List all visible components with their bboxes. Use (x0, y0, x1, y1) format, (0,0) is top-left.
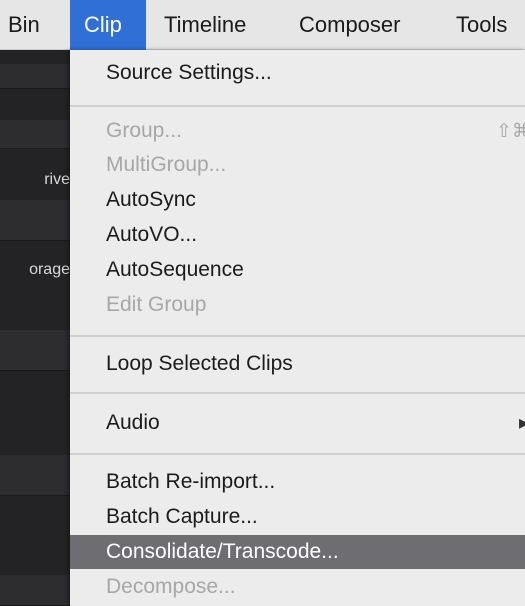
menu-item-batch-reimport[interactable]: Batch Re-import... (70, 465, 525, 499)
menu-clip[interactable]: Clip (70, 0, 146, 50)
menu-item-multigroup: MultiGroup... (70, 148, 525, 182)
bg-panel-row (0, 64, 70, 89)
menu-item-autovo[interactable]: AutoVO... (70, 218, 525, 252)
menu-item-decompose: Decompose... (70, 570, 525, 604)
menu-item-label: Group... (106, 119, 182, 142)
bg-panel-label-storage[interactable]: orage (0, 261, 70, 279)
menu-bin[interactable]: Bin (8, 0, 40, 50)
menu-composer[interactable]: Composer (299, 0, 400, 50)
bg-panel-row (0, 455, 70, 496)
bg-panel-row (0, 330, 70, 371)
menu-item-label: AutoVO... (106, 223, 198, 246)
menu-item-label: Batch Re-import... (106, 470, 276, 493)
menu-item-audio[interactable]: Audio ▸ (70, 406, 525, 440)
menu-item-autosync[interactable]: AutoSync (70, 183, 525, 217)
menu-bar: Bin Clip Timeline Composer Tools (0, 0, 525, 50)
bg-panel-row (0, 120, 70, 149)
menu-item-consolidate-transcode[interactable]: Consolidate/Transcode... (70, 535, 525, 569)
menu-item-label: MultiGroup... (106, 153, 227, 176)
menu-tools[interactable]: Tools (456, 0, 507, 50)
menu-item-label: Consolidate/Transcode... (106, 540, 339, 563)
menu-item-label: Source Settings... (106, 61, 272, 84)
menu-timeline[interactable]: Timeline (164, 0, 246, 50)
submenu-arrow-icon: ▸ (518, 412, 525, 434)
shortcut-label: ⇧⌘ (496, 120, 525, 142)
menu-item-label: Decompose... (106, 575, 236, 598)
menu-item-batch-capture[interactable]: Batch Capture... (70, 500, 525, 534)
menu-item-label: Batch Capture... (106, 505, 258, 528)
menu-item-edit-group: Edit Group (70, 288, 525, 322)
bg-panel-row (0, 200, 70, 241)
menu-item-loop-selected-clips[interactable]: Loop Selected Clips (70, 347, 525, 381)
menu-separator (70, 392, 525, 394)
menu-item-label: AutoSequence (106, 258, 244, 281)
menu-item-label: Edit Group (106, 293, 207, 316)
bg-panel-label-drive[interactable]: rive (0, 171, 70, 189)
menu-item-autosequence[interactable]: AutoSequence (70, 253, 525, 287)
menu-separator (70, 105, 525, 107)
bg-panel-row (0, 575, 70, 606)
background-app-panel: rive orage (0, 50, 70, 606)
menu-item-label: AutoSync (106, 188, 196, 211)
menu-item-group: Group... ⇧⌘ (70, 114, 525, 148)
menu-item-label: Loop Selected Clips (106, 352, 293, 375)
menu-item-label: Audio (106, 411, 160, 434)
menu-separator (70, 335, 525, 337)
clip-menu-dropdown: Source Settings... Group... ⇧⌘ MultiGrou… (70, 50, 525, 606)
menu-separator (70, 453, 525, 455)
menu-item-source-settings[interactable]: Source Settings... (70, 56, 525, 90)
